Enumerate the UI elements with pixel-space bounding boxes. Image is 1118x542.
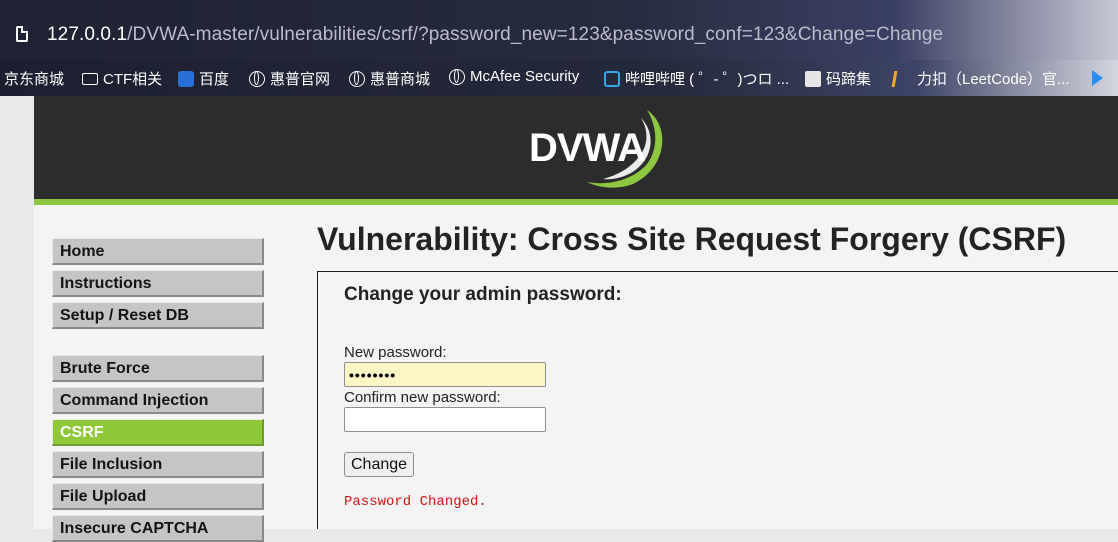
globe-icon — [449, 68, 465, 85]
menu-item-command-injection[interactable]: Command Injection — [52, 387, 264, 414]
bookmark-label: 惠普官网 — [270, 71, 331, 88]
browser-gutter — [0, 96, 34, 529]
csrf-form-box: Change your admin password: New password… — [317, 271, 1118, 529]
bookmark-label: 百度 — [199, 71, 230, 88]
menu-item-instructions[interactable]: Instructions — [52, 270, 264, 297]
bookmark-hp-official[interactable]: 惠普官网 — [249, 68, 330, 89]
globe-icon — [249, 70, 265, 87]
dvwa-logo: DVWA — [529, 104, 669, 190]
form-heading: Change your admin password: — [344, 284, 622, 305]
globe-icon — [349, 70, 365, 87]
menu-item-csrf[interactable]: CSRF — [52, 419, 264, 446]
play-icon — [1092, 70, 1103, 86]
menu-item-home[interactable]: Home — [52, 238, 264, 265]
page-body: Home Instructions Setup / Reset DB Brute… — [34, 205, 1118, 542]
bookmark-leetcode[interactable]: 力扣（LeetCode）官... — [891, 68, 1070, 89]
bookmark-hp-store[interactable]: 惠普商城 — [349, 68, 430, 89]
confirm-password-label: Confirm new password: — [344, 389, 501, 406]
folder-icon — [82, 72, 98, 85]
bookmark-label: CTF相关 — [103, 71, 163, 88]
dvwa-header: DVWA — [34, 96, 1118, 199]
page-title: Vulnerability: Cross Site Request Forger… — [317, 221, 1067, 257]
menu-item-brute-force[interactable]: Brute Force — [52, 355, 264, 382]
bookmark-label: 惠普商城 — [370, 71, 431, 88]
bookmark-mcafee[interactable]: McAfee Security — [449, 68, 579, 85]
browser-address-bar[interactable]: 127.0.0.1/DVWA-master/vulnerabilities/cs… — [0, 0, 1118, 60]
bookmark-matiji[interactable]: 码蹄集 — [805, 68, 871, 89]
code-icon — [805, 70, 821, 87]
logo-text: DVWA — [529, 126, 646, 170]
status-message: Password Changed. — [344, 494, 487, 510]
bookmark-video[interactable] — [1092, 70, 1108, 86]
baidu-paw-icon — [178, 70, 194, 87]
bookmark-label: 京东商城 — [4, 71, 65, 88]
new-password-label: New password: — [344, 344, 447, 361]
menu-item-file-upload[interactable]: File Upload — [52, 483, 264, 510]
bilibili-tv-icon — [604, 70, 620, 87]
bookmarks-bar: 京东商城 CTF相关 百度 惠普官网 惠普商城 McAfee Security … — [0, 60, 1118, 96]
change-button[interactable]: Change — [344, 452, 415, 477]
url-path: /DVWA-master/vulnerabilities/csrf/?passw… — [127, 24, 944, 45]
bookmark-label: 力扣（LeetCode）官... — [917, 71, 1070, 88]
bookmark-jd[interactable]: 京东商城 — [4, 68, 64, 89]
bookmark-label: 哔哩哔哩 ( ゜- ゜)つロ ... — [625, 71, 790, 88]
bookmark-baidu[interactable]: 百度 — [178, 68, 229, 89]
bookmark-bilibili[interactable]: 哔哩哔哩 ( ゜- ゜)つロ ... — [604, 68, 789, 89]
leetcode-icon — [891, 70, 914, 87]
url-host: 127.0.0.1 — [47, 24, 128, 45]
bookmark-label: 码蹄集 — [826, 71, 872, 88]
url-text[interactable]: 127.0.0.1/DVWA-master/vulnerabilities/cs… — [47, 24, 943, 46]
menu-item-setup[interactable]: Setup / Reset DB — [52, 302, 264, 329]
bookmark-ctf-folder[interactable]: CTF相关 — [82, 68, 162, 89]
confirm-password-input[interactable] — [344, 407, 546, 432]
page-info-icon[interactable] — [16, 26, 28, 42]
new-password-input[interactable] — [344, 362, 546, 387]
menu-item-file-inclusion[interactable]: File Inclusion — [52, 451, 264, 478]
bookmark-label: McAfee Security — [470, 68, 580, 85]
